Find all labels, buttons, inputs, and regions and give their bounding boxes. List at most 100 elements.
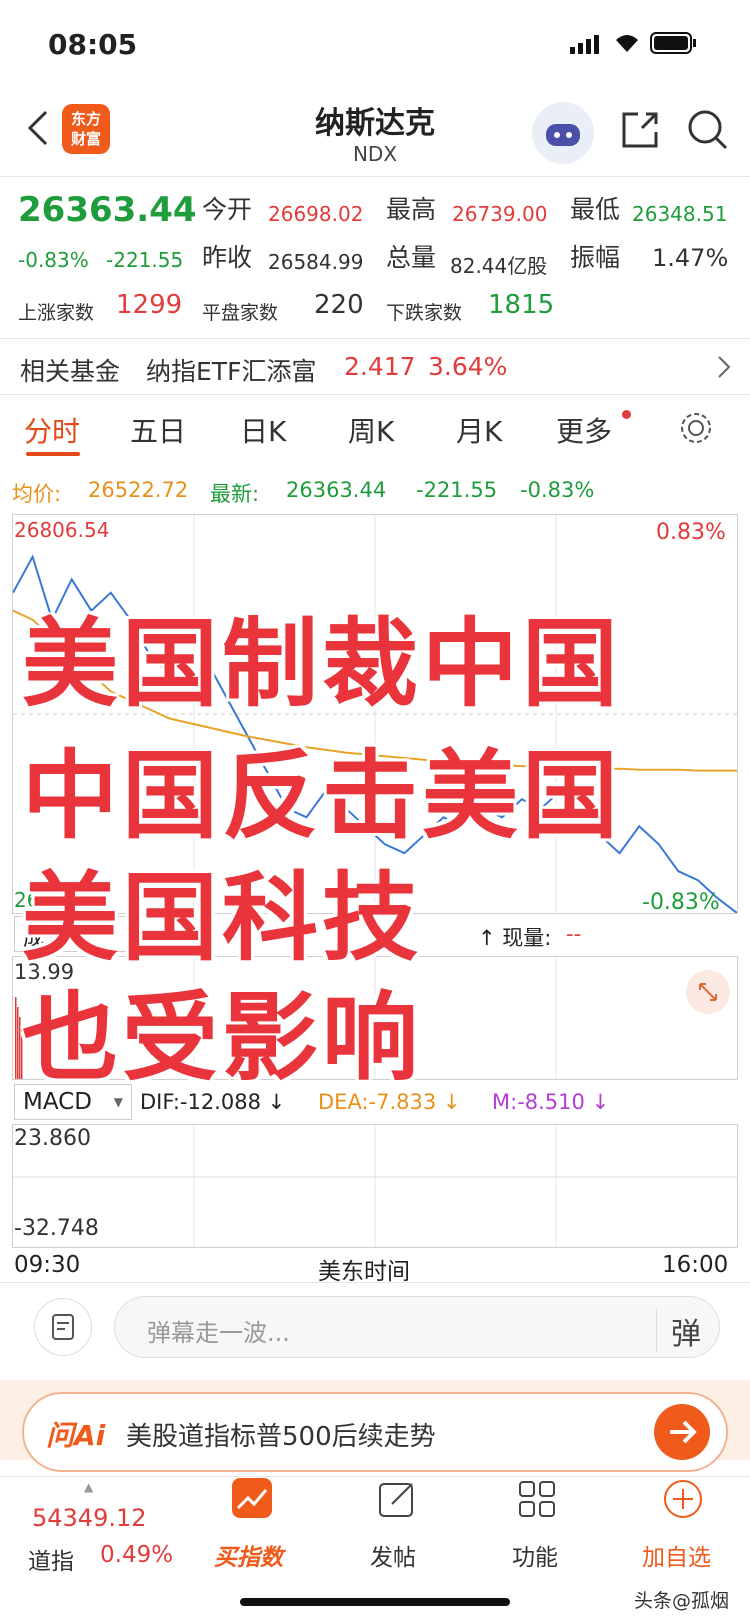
volume-now-label: ↑ 现量: (478, 926, 552, 950)
nav-add-label: 加自选 (642, 1545, 711, 1571)
chart-bottom-percent: -0.83% (642, 890, 720, 915)
tab-more[interactable]: 更多 (556, 410, 612, 450)
danmu-send-button[interactable]: 弹 (656, 1309, 701, 1353)
settings-gear-icon[interactable] (678, 410, 714, 450)
volume-bar (15, 997, 17, 1079)
status-time: 08:05 (48, 28, 138, 61)
time-end: 16:00 (662, 1252, 729, 1278)
nav-add-watchlist[interactable]: 加自选 (636, 1478, 732, 1588)
macd-m: M:-8.510 ↓ (492, 1090, 610, 1114)
avg-label: 均价: (12, 482, 62, 506)
signal-icon (570, 34, 604, 58)
tab-day-k[interactable]: 日K (240, 410, 286, 450)
fund-label: 相关基金 (20, 357, 121, 386)
arrow-right-icon[interactable] (654, 1404, 710, 1460)
nav-buy-index[interactable]: 买指数 (210, 1478, 296, 1588)
bottom-nav-divider (0, 1476, 750, 1477)
low-label: 最低 (570, 195, 621, 224)
expand-icon[interactable] (686, 970, 730, 1014)
tab-month-k[interactable]: 月K (456, 410, 502, 450)
flat-count-label: 平盘家数 (202, 302, 279, 324)
header-divider (0, 176, 750, 177)
robot-avatar-icon[interactable] (532, 102, 594, 164)
fund-change: 3.64% (428, 352, 508, 381)
macd-min: -32.748 (14, 1216, 99, 1241)
time-start: 09:30 (14, 1252, 81, 1278)
nav-post-label: 发帖 (370, 1545, 416, 1571)
last-percent: -0.83% (520, 478, 595, 502)
ai-question-text: 美股道指标普500后续走势 (126, 1422, 436, 1452)
index-percent: 0.49% (100, 1542, 174, 1568)
nav-functions-label: 功能 (512, 1545, 558, 1571)
ai-question-bar[interactable]: 问Ai 美股道指标普500后续走势 (22, 1392, 728, 1472)
chart-trend-icon (232, 1478, 272, 1518)
grid-icon (516, 1478, 558, 1524)
time-zone: 美东时间 (318, 1259, 410, 1285)
high-label: 最高 (386, 195, 437, 224)
overlay-line-4: 也受影响 (22, 982, 422, 1094)
volume-now-value: -- (566, 922, 582, 946)
last-value: 26363.44 (286, 478, 387, 502)
danmu-placeholder: 弹幕走一波... (147, 1319, 290, 1347)
wifi-icon (612, 30, 642, 58)
fund-name: 纳指ETF汇添富 (146, 357, 317, 386)
plus-circle-icon (662, 1478, 704, 1524)
amplitude-label: 振幅 (570, 243, 621, 272)
overlay-line-1: 美国制裁中国 (22, 608, 622, 720)
quote-divider (0, 338, 750, 339)
chart-bottom-divider (0, 1282, 750, 1283)
chevron-right-icon (716, 354, 732, 384)
macd-chart-svg (13, 1125, 737, 1247)
overlay-line-3: 美国科技 (22, 862, 422, 974)
open-label: 今开 (202, 195, 253, 224)
tab-week-k[interactable]: 周K (348, 410, 394, 450)
volume-bar (19, 1017, 21, 1079)
index-ticker[interactable]: ▲ 54349.12 道指 0.49% (20, 1480, 200, 1590)
prev-close-label: 昨收 (202, 243, 253, 272)
ai-brand: 问Ai (46, 1419, 106, 1452)
macd-chart[interactable] (12, 1124, 738, 1248)
search-icon[interactable] (686, 108, 730, 156)
amplitude-value: 1.47% (652, 244, 729, 272)
volume-label: 总量 (386, 243, 437, 272)
up-count-label: 上涨家数 (18, 302, 95, 324)
last-change: -221.55 (416, 478, 498, 502)
nav-post[interactable]: 发帖 (358, 1478, 438, 1588)
change-percent: -0.83% (18, 248, 89, 272)
fund-price: 2.417 (344, 352, 416, 381)
danmu-input[interactable]: 弹幕走一波... 弹 (114, 1296, 720, 1358)
overlay-line-2: 中国反击美国 (22, 740, 622, 852)
tab-active-underline (26, 452, 80, 456)
change-absolute: -221.55 (106, 248, 184, 272)
avg-value: 26522.72 (88, 478, 189, 502)
edit-icon (376, 1478, 418, 1524)
volume-value: 82.44亿股 (450, 254, 548, 278)
battery-icon (650, 32, 698, 58)
caret-up-icon: ▲ (84, 1480, 94, 1494)
up-count: 1299 (116, 290, 183, 320)
home-indicator (240, 1598, 510, 1606)
down-count: 1815 (488, 290, 555, 320)
down-count-label: 下跌家数 (386, 302, 463, 324)
open-value: 26698.02 (268, 202, 364, 226)
volume-bar (17, 1007, 19, 1079)
share-icon[interactable] (618, 108, 662, 156)
fund-divider (0, 394, 750, 395)
last-label: 最新: (210, 482, 260, 506)
current-price: 26363.44 (18, 190, 197, 230)
nav-functions[interactable]: 功能 (498, 1478, 578, 1588)
high-value: 26739.00 (452, 202, 548, 226)
prev-close-value: 26584.99 (268, 250, 364, 274)
tab-five-day[interactable]: 五日 (130, 410, 186, 450)
index-value: 54349.12 (32, 1504, 147, 1532)
flat-count: 220 (314, 290, 364, 320)
index-name: 道指 (28, 1549, 74, 1575)
comments-list-icon[interactable] (34, 1298, 92, 1356)
macd-max: 23.860 (14, 1126, 91, 1151)
low-value: 26348.51 (632, 202, 728, 226)
notification-dot (622, 410, 631, 419)
related-fund-row[interactable]: 相关基金 纳指ETF汇添富 2.417 3.64% (0, 340, 750, 394)
nav-buy-label: 买指数 (214, 1545, 283, 1571)
chart-top-value: 26806.54 (14, 518, 110, 542)
tab-intraday[interactable]: 分时 (24, 410, 80, 450)
